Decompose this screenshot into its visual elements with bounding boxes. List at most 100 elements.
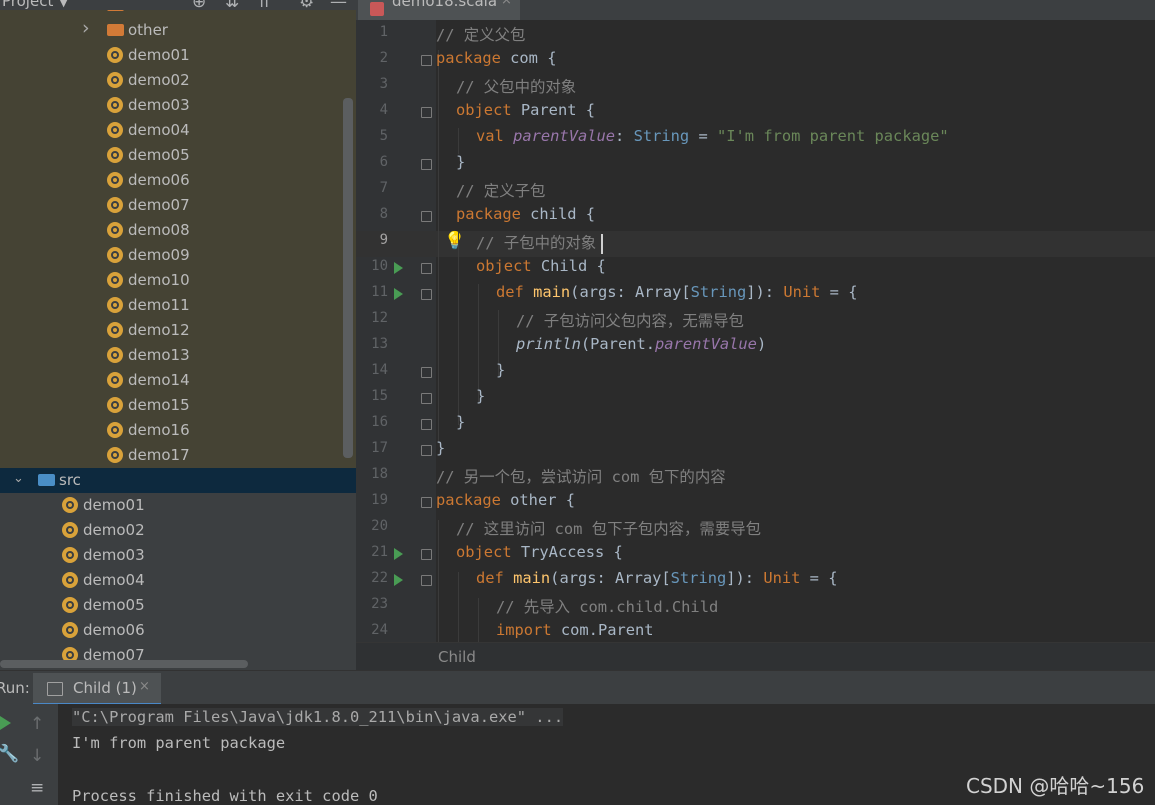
indent-guide — [478, 598, 479, 642]
code-line-13: println(Parent.parentValue) — [516, 335, 767, 353]
breadcrumb-item[interactable]: Child — [438, 648, 476, 666]
tree-item-label: demo17 — [128, 446, 190, 464]
tree-file-demo01[interactable]: demo01 — [0, 493, 356, 518]
indent-guide — [458, 128, 459, 154]
tree-file-demo06[interactable]: demo06 — [0, 168, 356, 193]
run-gutter-icon[interactable] — [394, 262, 403, 274]
tree-file-demo12[interactable]: demo12 — [0, 318, 356, 343]
line-number: 3 — [379, 76, 388, 92]
wrench-icon[interactable]: 🔧 — [0, 744, 19, 764]
tree-file-demo03[interactable]: demo03 — [0, 93, 356, 118]
arrow-down-icon[interactable]: ↓ — [30, 746, 44, 766]
code-editor[interactable]: 💡 // 定义父包 package com { // 父包中的对象 object… — [436, 20, 1155, 642]
tree-item-label: demo07 — [128, 196, 190, 214]
code-line-1: // 定义父包 — [436, 26, 526, 44]
tree-file-demo07[interactable]: demo07 — [0, 193, 356, 218]
fold-marker-icon[interactable] — [421, 445, 432, 456]
scala-object-icon — [107, 47, 123, 63]
line-number: 10 — [371, 258, 388, 274]
soft-wrap-icon[interactable]: ≡ — [30, 778, 44, 798]
editor-tab-demo18[interactable]: demo18.scala × — [358, 0, 520, 22]
tree-file-demo16[interactable]: demo16 — [0, 418, 356, 443]
code-line-23: // 先导入 com.child.Child — [496, 598, 719, 616]
run-panel-header: Run: Child (1) × — [0, 670, 1155, 706]
tree-file-demo03[interactable]: demo03 — [0, 543, 356, 568]
rerun-icon[interactable] — [0, 716, 11, 730]
run-tab-child[interactable]: Child (1) × — [33, 673, 161, 706]
tree-file-demo15[interactable]: demo15 — [0, 393, 356, 418]
tree-file-demo11[interactable]: demo11 — [0, 293, 356, 318]
tree-file-demo05[interactable]: demo05 — [0, 143, 356, 168]
locate-icon[interactable]: ⊕ — [192, 0, 206, 12]
fold-marker-icon[interactable] — [421, 263, 432, 274]
code-line-16: } — [456, 413, 466, 431]
line-number: 17 — [371, 440, 388, 456]
scala-object-icon — [62, 572, 78, 588]
fold-marker-icon[interactable] — [421, 497, 432, 508]
line-number: 2 — [379, 50, 388, 66]
code-line-19: package other { — [436, 491, 576, 509]
tree-file-demo01[interactable]: demo01 — [0, 43, 356, 68]
fold-marker-icon[interactable] — [421, 55, 432, 66]
code-line-20: // 这里访问 com 包下子包内容，需要导包 — [456, 520, 761, 538]
run-gutter-icon[interactable] — [394, 288, 403, 300]
collapse-all-icon[interactable]: ⇈ — [257, 0, 271, 12]
chevron-right-icon[interactable]: › — [82, 17, 90, 39]
fold-marker-icon[interactable] — [421, 575, 432, 586]
lightbulb-icon[interactable]: 💡 — [444, 231, 465, 251]
tree-item-label: demo15 — [128, 396, 190, 414]
arrow-up-icon[interactable]: ↑ — [30, 714, 44, 734]
expand-all-icon[interactable]: ⇊ — [225, 0, 239, 12]
project-vertical-scrollbar[interactable] — [343, 98, 353, 458]
tree-file-demo04[interactable]: demo04 — [0, 568, 356, 593]
tree-folder-other[interactable]: › other — [0, 17, 356, 43]
fold-marker-icon[interactable] — [421, 107, 432, 118]
fold-marker-icon[interactable] — [421, 211, 432, 222]
scala-object-icon — [107, 297, 123, 313]
tree-file-demo10[interactable]: demo10 — [0, 268, 356, 293]
line-number: 12 — [371, 310, 388, 326]
scala-object-icon — [107, 347, 123, 363]
tree-file-demo05[interactable]: demo05 — [0, 593, 356, 618]
line-number: 7 — [379, 180, 388, 196]
tree-file-demo17[interactable]: demo17 — [0, 443, 356, 468]
tree-file-demo14[interactable]: demo14 — [0, 368, 356, 393]
run-gutter-icon[interactable] — [394, 574, 403, 586]
hide-icon[interactable]: — — [330, 0, 347, 12]
tree-file-demo13[interactable]: demo13 — [0, 343, 356, 368]
tree-file-demo06[interactable]: demo06 — [0, 618, 356, 643]
scala-object-icon — [107, 72, 123, 88]
chevron-down-icon[interactable]: ⌄ — [13, 471, 24, 486]
breadcrumb[interactable]: Child — [356, 642, 1155, 671]
tree-file-demo04[interactable]: demo04 — [0, 118, 356, 143]
scala-object-icon — [107, 272, 123, 288]
tree-folder-src[interactable]: ⌄ src — [0, 468, 356, 493]
code-line-11: def main(args: Array[String]): Unit = { — [496, 283, 858, 301]
tree-file-demo02[interactable]: demo02 — [0, 518, 356, 543]
line-number: 5 — [379, 128, 388, 144]
fold-marker-icon[interactable] — [421, 289, 432, 300]
line-number: 9 — [379, 232, 388, 248]
tree-item-label: demo01 — [83, 496, 145, 514]
tree-file-demo08[interactable]: demo08 — [0, 218, 356, 243]
project-horizontal-scrollbar[interactable] — [0, 660, 248, 668]
fold-marker-icon[interactable] — [421, 367, 432, 378]
tree-item-label: demo01 — [128, 46, 190, 64]
close-icon[interactable]: × — [501, 0, 512, 8]
close-icon[interactable]: × — [139, 679, 150, 694]
fold-marker-icon[interactable] — [421, 159, 432, 170]
tree-file-demo09[interactable]: demo09 — [0, 243, 356, 268]
fold-marker-icon[interactable] — [421, 549, 432, 560]
tree-item-label: demo06 — [128, 171, 190, 189]
tree-item-label: demo09 — [128, 246, 190, 264]
gear-icon[interactable]: ⚙ — [299, 0, 314, 12]
fold-marker-icon[interactable] — [421, 419, 432, 430]
code-line-24: import com.Parent — [496, 621, 654, 639]
scala-object-icon — [62, 497, 78, 513]
fold-marker-icon[interactable] — [421, 393, 432, 404]
run-gutter-icon[interactable] — [394, 548, 403, 560]
project-view-selector[interactable]: Project ▼ — [2, 0, 68, 10]
tree-item-label: src — [59, 471, 81, 489]
tree-file-demo02[interactable]: demo02 — [0, 68, 356, 93]
tree-item-label: demo11 — [128, 296, 190, 314]
